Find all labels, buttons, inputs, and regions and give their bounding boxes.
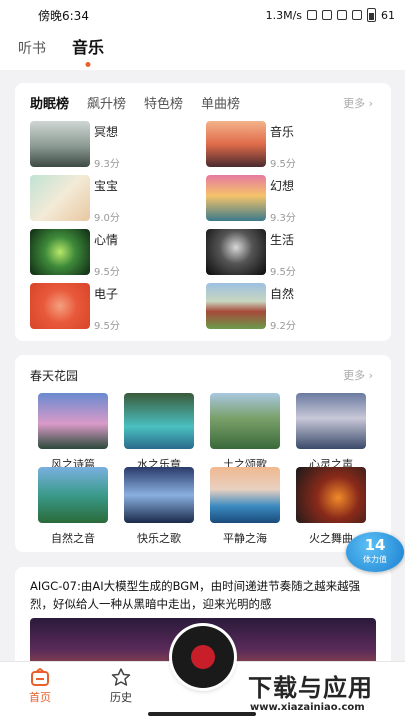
mood-thumbnail — [30, 229, 90, 275]
garden-item-calm-sea[interactable]: 平静之海 — [210, 467, 280, 545]
ranking-item-music[interactable]: 音乐 9.5分 — [206, 121, 366, 171]
tab-rising-ranking[interactable]: 飙升榜 — [87, 93, 126, 112]
fantasy-thumbnail — [206, 175, 266, 221]
ranking-item-fantasy[interactable]: 幻想 9.3分 — [206, 175, 366, 225]
site-watermark: 下载与应用 www.xiazainiao.com — [246, 666, 404, 718]
alarm-icon — [322, 10, 332, 20]
meditation-thumbnail — [30, 121, 90, 167]
status-time: 傍晚6:34 — [38, 8, 89, 23]
garden-more-link[interactable]: 更多 › — [343, 367, 373, 383]
music-thumbnail — [206, 121, 266, 167]
garden-title: 春天花园 — [30, 369, 79, 383]
baby-thumbnail — [30, 175, 90, 221]
now-playing-record-button[interactable] — [172, 626, 234, 688]
top-nav: 听书 音乐 — [0, 30, 405, 70]
wifi-icon — [352, 10, 362, 20]
garden-item-earth[interactable]: 土之颂歌 — [210, 393, 280, 471]
tab-home[interactable]: 首页 — [20, 668, 60, 705]
tab-music[interactable]: 音乐 — [72, 34, 104, 58]
garden-item-nature-sound[interactable]: 自然之音 — [38, 467, 108, 545]
ranking-item-baby[interactable]: 宝宝 9.0分 — [30, 175, 190, 225]
tab-audiobook[interactable]: 听书 — [18, 38, 46, 58]
home-icon — [31, 668, 49, 686]
stamina-label: 体力值 — [363, 555, 387, 564]
stamina-badge[interactable]: 14 体力值 — [346, 532, 404, 572]
ranking-item-electronic[interactable]: 电子 9.5分 — [30, 283, 190, 333]
spring-garden-card: 春天花园 更多 › 风之诗篇 水之乐章 土之颂歌 心灵之声 自然之音 快乐之歌 … — [15, 355, 391, 552]
battery-level: 61 — [381, 8, 395, 22]
battery-icon — [367, 8, 376, 22]
ranking-item-mood[interactable]: 心情 9.5分 — [30, 229, 190, 279]
ranking-more-link[interactable]: 更多 › — [343, 95, 373, 111]
garden-item-wind[interactable]: 风之诗篇 — [38, 393, 108, 471]
home-indicator[interactable] — [148, 712, 256, 716]
bluetooth-icon — [307, 10, 317, 20]
signal-icon — [337, 10, 347, 20]
garden-item-water[interactable]: 水之乐章 — [124, 393, 194, 471]
status-bar: 傍晚6:34 1.3M/s 61 — [0, 0, 405, 30]
stamina-value: 14 — [364, 536, 386, 554]
tab-sleep-ranking[interactable]: 助眠榜 — [30, 93, 69, 112]
featured-description: AIGC-07:由AI大模型生成的BGM，由时间递进节奏随之越来越强烈，好似给人… — [30, 579, 361, 611]
star-icon — [111, 668, 131, 686]
ranking-item-life[interactable]: 生活 9.5分 — [206, 229, 366, 279]
ranking-item-nature[interactable]: 自然 9.2分 — [206, 283, 366, 333]
ranking-item-meditation[interactable]: 冥想 9.3分 — [30, 121, 190, 171]
network-speed: 1.3M/s — [265, 8, 302, 22]
ranking-card: 助眠榜 飙升榜 特色榜 单曲榜 更多 › 冥想 9.3分 音乐 9.5分 宝宝 … — [15, 83, 391, 341]
nature-thumbnail — [206, 283, 266, 329]
garden-item-happy[interactable]: 快乐之歌 — [124, 467, 194, 545]
life-thumbnail — [206, 229, 266, 275]
garden-item-soul[interactable]: 心灵之声 — [296, 393, 366, 471]
tab-featured-ranking[interactable]: 特色榜 — [144, 93, 183, 112]
tab-single-ranking[interactable]: 单曲榜 — [201, 93, 240, 112]
tab-history[interactable]: 历史 — [101, 668, 141, 705]
electronic-thumbnail — [30, 283, 90, 329]
